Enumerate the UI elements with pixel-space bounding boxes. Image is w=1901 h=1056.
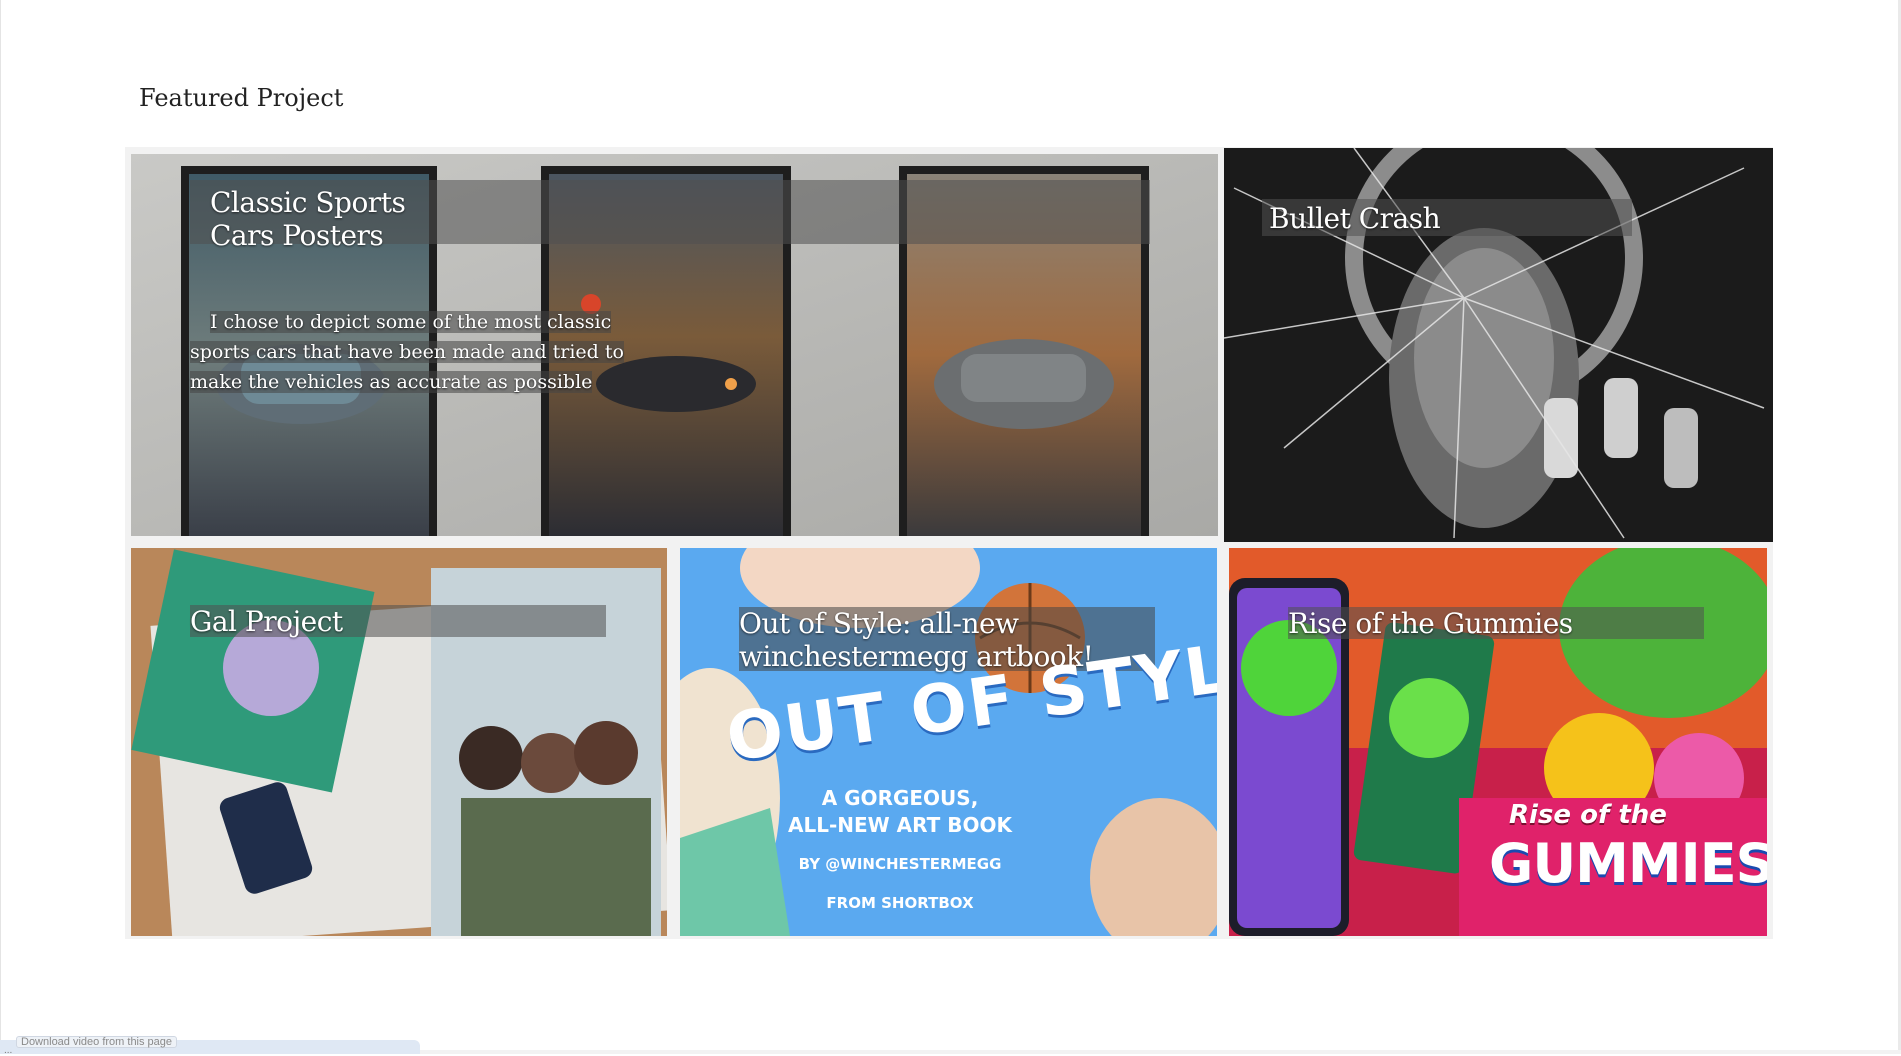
project-title: Classic Sports Cars Posters	[210, 186, 406, 252]
project-card-out-of-style[interactable]: Out of Style: all-new winchestermegg art…	[680, 548, 1217, 936]
project-card-bullet-crash[interactable]: Bullet Crash	[1224, 148, 1773, 542]
cover-publisher: FROM SHORTBOX	[826, 894, 974, 912]
game-logo-line1: Rise of the	[1509, 800, 1667, 830]
cover-line1: A GORGEOUS,	[821, 786, 979, 810]
project-card-gal-project[interactable]: Gal Project	[131, 548, 667, 936]
project-title: Bullet Crash	[1269, 202, 1441, 235]
project-card-rise-of-the-gummies[interactable]: Rise of the Gummies Rise of the GUMMIES!	[1229, 548, 1767, 936]
section-title: Featured Project	[139, 84, 344, 112]
project-card-classic-sports-cars[interactable]: Classic Sports Cars Posters I chose to d…	[131, 154, 1218, 536]
project-title: Gal Project	[190, 605, 343, 638]
status-text: ...	[4, 1045, 13, 1056]
project-description: I chose to depict some of the most class…	[190, 311, 624, 393]
download-video-popup[interactable]: Download video from this page	[16, 1036, 178, 1048]
cover-byline: BY @WINCHESTERMEGG	[798, 855, 1002, 873]
project-title: Rise of the Gummies	[1288, 607, 1573, 640]
cover-line2: ALL-NEW ART BOOK	[787, 813, 1013, 837]
game-logo-line2: GUMMIES!	[1489, 832, 1767, 895]
window-left-border	[0, 0, 1, 1054]
